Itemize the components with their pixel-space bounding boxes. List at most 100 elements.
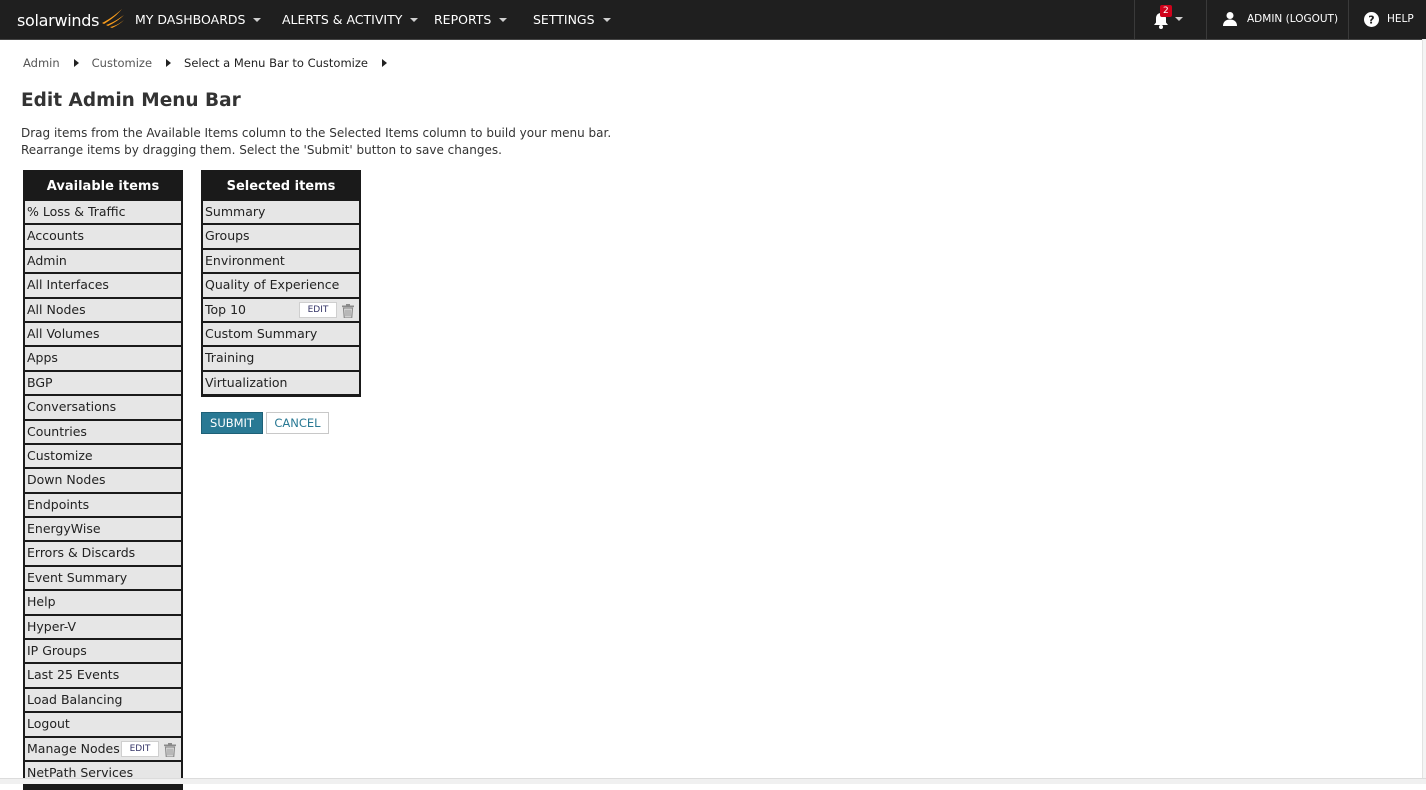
top-navigation-bar: solarwinds MY DASHBOARDS ALERTS & ACTIVI…: [0, 0, 1426, 40]
list-item[interactable]: Conversations: [25, 396, 181, 419]
list-item[interactable]: All Interfaces: [25, 274, 181, 297]
selected-items-list: Selected items Summary Groups Environment Q…: [201, 170, 361, 397]
list-item[interactable]: Countries: [25, 420, 181, 443]
list-item[interactable]: Quality of Experience: [203, 274, 359, 297]
edit-item-button[interactable]: EDIT: [299, 301, 337, 318]
list-item[interactable]: Top 10 EDIT: [203, 298, 359, 321]
window-right-edge: [1422, 39, 1426, 778]
logo-text: solarwinds: [17, 11, 100, 30]
list-item-label: Customize: [27, 447, 93, 463]
list-item-label: Top 10: [205, 301, 246, 317]
available-items-header: Available items: [46, 179, 160, 194]
breadcrumb-admin[interactable]: Admin: [23, 56, 60, 70]
nav-settings-label: SETTINGS: [533, 12, 595, 27]
submit-button[interactable]: SUBMIT: [201, 412, 263, 434]
list-item-label: Logout: [27, 716, 70, 732]
list-item[interactable]: Summary: [203, 201, 359, 224]
available-items-container: % Loss & Traffic Accounts Admin All Interfa…: [25, 201, 181, 785]
list-item-label: All Interfaces: [27, 277, 109, 293]
list-item-label: % Loss & Traffic: [27, 204, 126, 219]
list-item-label: All Nodes: [27, 301, 86, 317]
list-item[interactable]: Logout: [25, 713, 181, 736]
instructions-line: Drag items from the Available Items colu…: [21, 126, 612, 140]
page-title: Edit Admin Menu Bar: [21, 90, 241, 111]
list-item-label: Down Nodes: [27, 472, 106, 488]
nav-alerts-activity[interactable]: ALERTS & ACTIVITY: [282, 0, 419, 39]
list-item-label: IP Groups: [27, 643, 87, 659]
user-logout-link[interactable]: ADMIN (LOGOUT): [1247, 0, 1338, 39]
list-item[interactable]: All Nodes: [25, 298, 181, 321]
list-item[interactable]: Accounts: [25, 225, 181, 248]
list-item[interactable]: Custom Summary: [203, 322, 359, 346]
list-item[interactable]: Load Balancing: [25, 688, 181, 712]
list-item[interactable]: Training: [203, 347, 359, 370]
breadcrumb-select-menu-bar[interactable]: Select a Menu Bar to Customize: [184, 56, 368, 70]
nav-my-dashboards-label: MY DASHBOARDS: [135, 12, 246, 27]
chevron-down-icon: [253, 17, 262, 22]
chevron-down-icon: [602, 17, 611, 22]
list-item[interactable]: Environment: [203, 249, 359, 273]
breadcrumb: Admin Customize Select a Menu Bar to Cus…: [23, 56, 400, 70]
list-item[interactable]: % Loss & Traffic: [25, 201, 181, 224]
chevron-down-icon: [410, 17, 419, 22]
list-item-label: Accounts: [27, 228, 84, 244]
list-item-label: All Volumes: [27, 325, 100, 341]
list-item[interactable]: Manage Nodes EDIT: [25, 737, 181, 760]
nav-my-dashboards[interactable]: MY DASHBOARDS: [135, 0, 262, 39]
breadcrumb-customize[interactable]: Customize: [92, 56, 152, 70]
list-item[interactable]: EnergyWise: [25, 518, 181, 541]
solarwinds-logo[interactable]: solarwinds: [17, 9, 126, 32]
notification-count-badge: 2: [1160, 5, 1172, 17]
list-item-label: Custom Summary: [205, 325, 318, 341]
list-item[interactable]: Errors & Discards: [25, 542, 181, 565]
breadcrumb-arrow-icon: [166, 59, 172, 67]
list-item-label: Groups: [205, 228, 250, 244]
list-item[interactable]: Last 25 Events: [25, 664, 181, 687]
user-icon: [1223, 12, 1237, 26]
list-item-label: Load Balancing: [27, 691, 123, 707]
list-item-label: Summary: [205, 204, 266, 219]
nav-reports-label: REPORTS: [434, 12, 492, 27]
list-item[interactable]: Endpoints: [25, 493, 181, 517]
list-item[interactable]: All Volumes: [25, 322, 181, 346]
list-item[interactable]: Customize: [25, 444, 181, 468]
list-item[interactable]: Groups: [203, 225, 359, 248]
list-item-label: Hyper-V: [27, 618, 77, 634]
solarwinds-bird-icon: [102, 9, 125, 28]
list-item-label: BGP: [27, 374, 53, 390]
list-item[interactable]: Event Summary: [25, 566, 181, 590]
list-item-label: Manage Nodes: [27, 740, 120, 756]
list-item[interactable]: BGP: [25, 371, 181, 395]
list-item-label: Training: [205, 350, 255, 366]
list-item[interactable]: IP Groups: [25, 640, 181, 663]
nav-reports[interactable]: REPORTS: [434, 0, 508, 39]
list-item[interactable]: Admin: [25, 249, 181, 273]
list-item-label: Quality of Experience: [205, 277, 340, 293]
instructions: Drag items from the Available Items colu…: [21, 125, 611, 159]
list-item[interactable]: Down Nodes: [25, 469, 181, 492]
trash-icon[interactable]: [342, 303, 354, 319]
edit-item-button[interactable]: EDIT: [121, 740, 159, 757]
list-item[interactable]: Hyper-V: [25, 615, 181, 639]
svg-text:?: ?: [1368, 14, 1374, 27]
available-items-list: Available items % Loss & Traffic Accounts…: [23, 170, 183, 790]
list-item[interactable]: Apps: [25, 347, 181, 370]
list-item-label: Apps: [27, 350, 58, 366]
list-item[interactable]: Virtualization: [203, 371, 359, 395]
list-item-label: Errors & Discards: [27, 545, 136, 561]
help-link[interactable]: HELP: [1387, 0, 1414, 39]
list-item-label: Help: [27, 594, 56, 610]
notifications-button[interactable]: 2: [1152, 5, 1172, 30]
list-item-label: Environment: [205, 252, 285, 268]
list-item[interactable]: Help: [25, 591, 181, 614]
trash-icon[interactable]: [164, 742, 176, 758]
nav-divider: [1134, 0, 1135, 39]
cancel-button[interactable]: CANCEL: [266, 412, 329, 434]
list-item-label: EnergyWise: [27, 521, 101, 537]
chevron-down-icon: [499, 17, 508, 22]
notifications-chevron-down-icon[interactable]: [1175, 17, 1183, 21]
list-item-label: Admin: [27, 252, 67, 268]
help-icon[interactable]: ?: [1364, 12, 1379, 27]
nav-settings[interactable]: SETTINGS: [533, 0, 611, 39]
list-item-label: Virtualization: [205, 374, 288, 390]
